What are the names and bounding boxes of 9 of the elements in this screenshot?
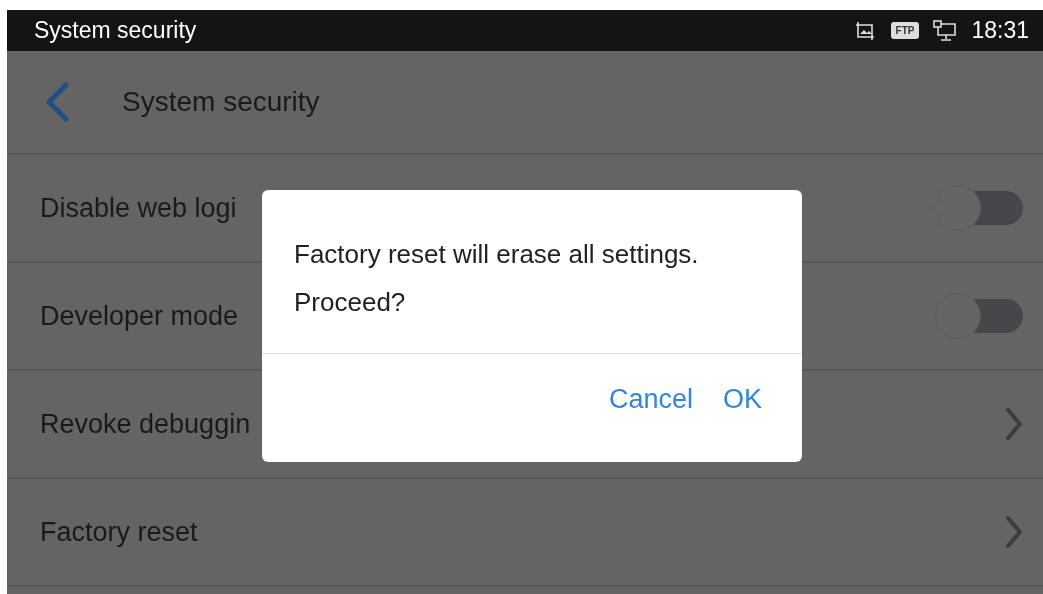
ftp-badge: FTP [890, 22, 920, 39]
clock-time: 18:31 [971, 17, 1029, 44]
status-title: System security [34, 17, 197, 44]
setting-label: Revoke debuggin [40, 408, 251, 440]
setting-label: Developer mode [40, 300, 239, 332]
setting-label: Factory reset [40, 516, 198, 548]
page-title: System security [122, 86, 320, 118]
setting-label: Disable web logi [40, 192, 237, 224]
dialog-message: Factory reset will erase all settings. Proceed? [262, 190, 802, 354]
